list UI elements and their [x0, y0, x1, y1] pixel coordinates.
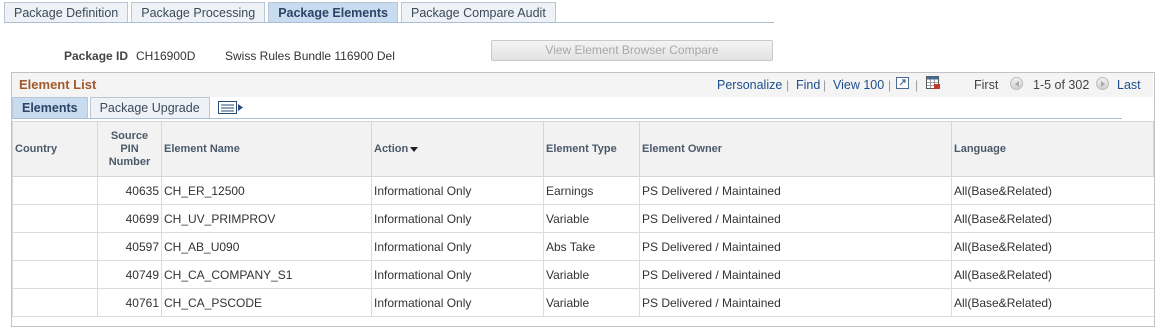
- column-header-line: PIN: [120, 142, 139, 155]
- tab-divider: [4, 22, 774, 23]
- tab-package-compare-audit[interactable]: Package Compare Audit: [400, 2, 556, 23]
- cell-element-type: Earnings: [543, 176, 640, 205]
- cell-element-owner: PS Delivered / Maintained: [639, 176, 952, 205]
- cell-language: All(Base&Related): [951, 204, 1154, 233]
- view-element-browser-compare-button[interactable]: View Element Browser Compare: [491, 40, 773, 61]
- cell-element-name: CH_ER_12500: [161, 176, 372, 205]
- row-range: 1-5 of 302: [1033, 78, 1090, 92]
- show-all-columns-icon[interactable]: [218, 100, 244, 115]
- cell-source-pin: 40761: [97, 288, 162, 317]
- nav-separator: |: [786, 78, 790, 92]
- cell-source-pin: 40597: [97, 232, 162, 261]
- column-header-element-name[interactable]: Element Name: [161, 121, 372, 177]
- column-header-source-pin[interactable]: Source PIN Number: [97, 121, 162, 177]
- column-header-action[interactable]: Action: [371, 121, 544, 177]
- cell-element-name: CH_CA_COMPANY_S1: [161, 260, 372, 289]
- cell-action: Informational Only: [371, 288, 544, 317]
- last-link[interactable]: Last: [1117, 78, 1141, 92]
- download-spreadsheet-icon[interactable]: [926, 76, 940, 89]
- package-description: Swiss Rules Bundle 116900 Del: [225, 49, 395, 63]
- cell-element-name: CH_CA_PSCODE: [161, 288, 372, 317]
- nav-separator: |: [823, 78, 827, 92]
- package-id-label: Package ID: [64, 49, 129, 63]
- cell-action: Informational Only: [371, 260, 544, 289]
- column-header-action-label: Action: [374, 143, 409, 155]
- cell-language: All(Base&Related): [951, 232, 1154, 261]
- column-header-language[interactable]: Language: [951, 121, 1154, 177]
- column-header-country[interactable]: Country: [12, 121, 98, 177]
- table-row: 40699 CH_UV_PRIMPROV Informational Only …: [12, 204, 1154, 233]
- cell-action: Informational Only: [371, 232, 544, 261]
- find-link[interactable]: Find: [796, 78, 820, 92]
- cell-element-type: Variable: [543, 260, 640, 289]
- column-header-element-type[interactable]: Element Type: [543, 121, 640, 177]
- table-row: 40749 CH_CA_COMPANY_S1 Informational Onl…: [12, 260, 1154, 289]
- package-id-value: CH16900D: [136, 49, 196, 63]
- column-header-element-owner[interactable]: Element Owner: [639, 121, 952, 177]
- cell-element-type: Variable: [543, 204, 640, 233]
- tab-package-processing[interactable]: Package Processing: [131, 2, 266, 23]
- tab-package-upgrade[interactable]: Package Upgrade: [89, 97, 210, 118]
- sort-descending-icon: [410, 146, 419, 152]
- nav-separator: |: [888, 78, 892, 92]
- component-tabs: Package Definition Package Processing Pa…: [4, 2, 556, 24]
- cell-country: [12, 260, 98, 289]
- cell-source-pin: 40635: [97, 176, 162, 205]
- grid-tab-divider: [12, 118, 1122, 119]
- cell-element-type: Variable: [543, 288, 640, 317]
- cell-element-owner: PS Delivered / Maintained: [639, 288, 952, 317]
- first-label: First: [974, 78, 999, 92]
- next-row-icon[interactable]: [1096, 77, 1109, 90]
- tab-package-definition[interactable]: Package Definition: [4, 2, 129, 23]
- column-header-line: Source: [110, 129, 149, 142]
- cell-element-name: CH_UV_PRIMPROV: [161, 204, 372, 233]
- cell-action: Informational Only: [371, 204, 544, 233]
- grid-tabs: Elements Package Upgrade: [12, 97, 210, 118]
- cell-language: All(Base&Related): [951, 260, 1154, 289]
- cell-element-name: CH_AB_U090: [161, 232, 372, 261]
- view-all-link[interactable]: View 100: [833, 78, 884, 92]
- cell-country: [12, 288, 98, 317]
- elements-table: Country Source PIN Number Element Name A…: [12, 121, 1154, 317]
- cell-source-pin: 40749: [97, 260, 162, 289]
- table-row: 40635 CH_ER_12500 Informational Only Ear…: [12, 176, 1154, 205]
- column-header-line: Number: [108, 155, 151, 168]
- tab-elements[interactable]: Elements: [12, 97, 88, 118]
- table-row: 40597 CH_AB_U090 Informational Only Abs …: [12, 232, 1154, 261]
- cell-source-pin: 40699: [97, 204, 162, 233]
- previous-row-icon[interactable]: [1010, 77, 1023, 90]
- table-row: 40761 CH_CA_PSCODE Informational Only Va…: [12, 288, 1154, 317]
- cell-element-owner: PS Delivered / Maintained: [639, 204, 952, 233]
- cell-element-owner: PS Delivered / Maintained: [639, 260, 952, 289]
- nav-separator: |: [915, 78, 919, 92]
- cell-country: [12, 232, 98, 261]
- cell-country: [12, 204, 98, 233]
- table-header-row: Country Source PIN Number Element Name A…: [12, 121, 1154, 177]
- tab-package-elements[interactable]: Package Elements: [268, 2, 398, 23]
- personalize-link[interactable]: Personalize: [717, 78, 782, 92]
- cell-action: Informational Only: [371, 176, 544, 205]
- zoom-icon[interactable]: [896, 76, 910, 89]
- cell-language: All(Base&Related): [951, 288, 1154, 317]
- cell-language: All(Base&Related): [951, 176, 1154, 205]
- cell-country: [12, 176, 98, 205]
- cell-element-type: Abs Take: [543, 232, 640, 261]
- cell-element-owner: PS Delivered / Maintained: [639, 232, 952, 261]
- grid-title: Element List: [19, 77, 97, 92]
